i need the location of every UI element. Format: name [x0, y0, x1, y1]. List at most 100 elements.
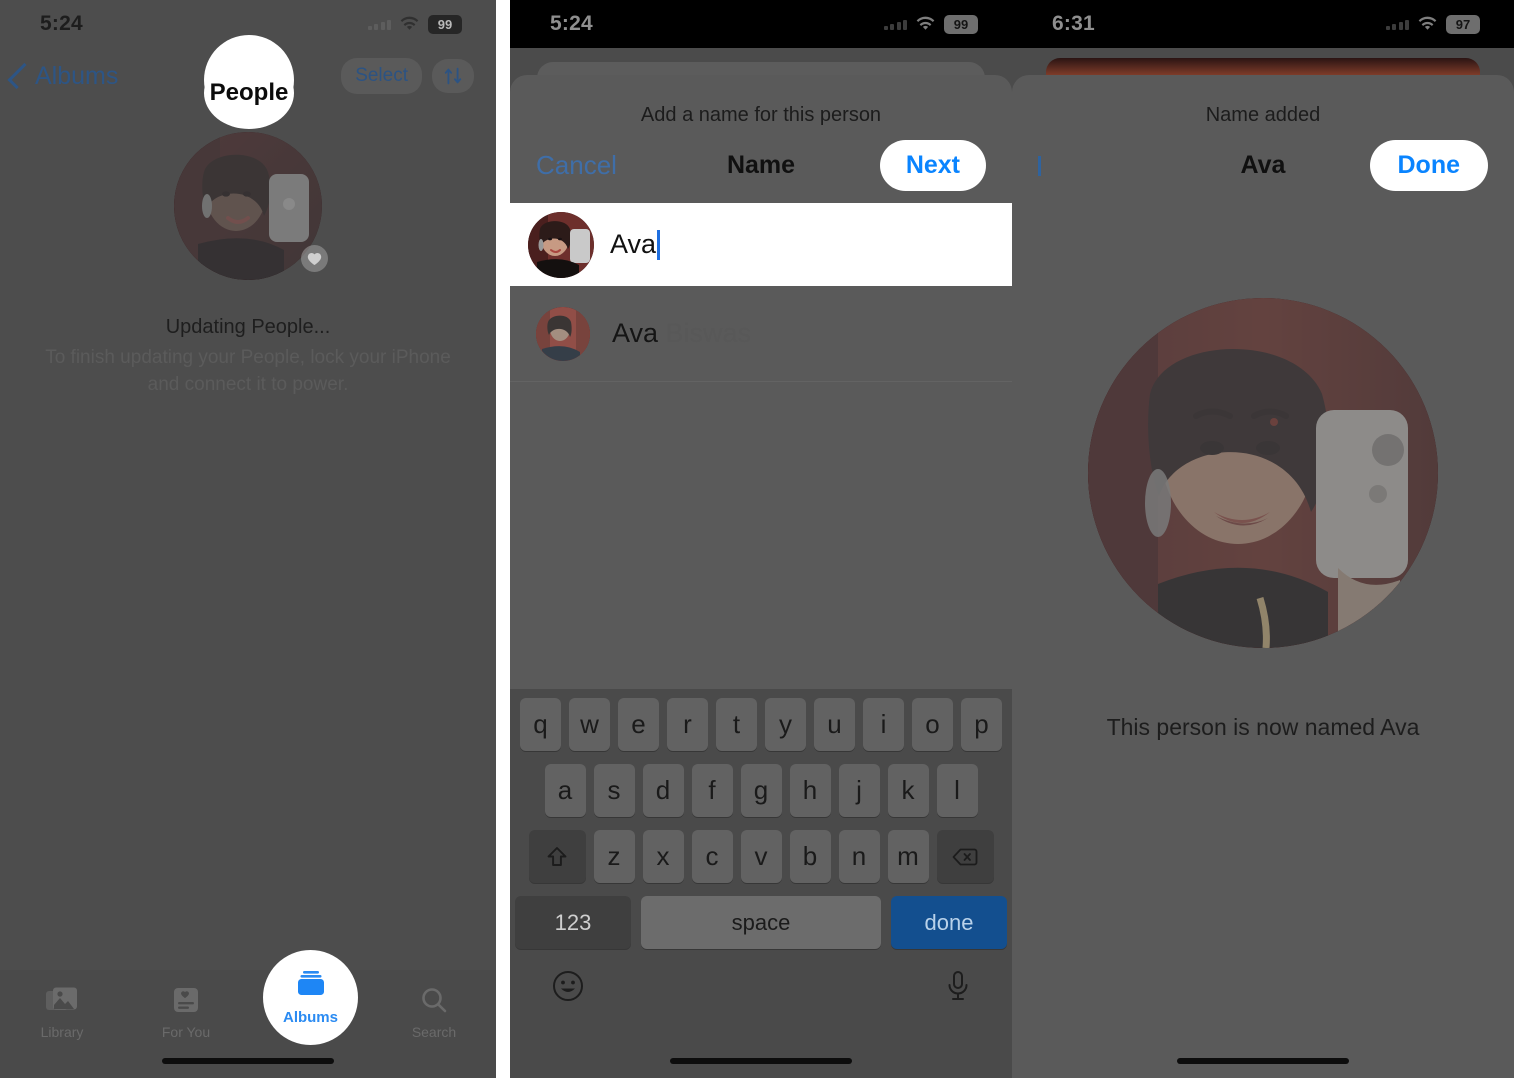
signal-dots-icon — [367, 18, 391, 30]
sheet-subtitle: Name added — [1205, 104, 1321, 126]
name-added-caption: This person is now named Ava — [1106, 714, 1420, 740]
key-q[interactable]: q — [520, 698, 561, 751]
tab-label: Albums — [282, 1009, 338, 1026]
heart-icon — [307, 252, 322, 265]
tab-library[interactable]: Library — [0, 984, 124, 1040]
chevron-left-icon — [7, 62, 34, 90]
name-input-row[interactable]: Ava — [510, 203, 1012, 286]
backspace-icon — [952, 848, 978, 865]
key-i[interactable]: i — [863, 698, 904, 751]
key-n[interactable]: n — [838, 830, 880, 883]
person-avatar-large — [1088, 298, 1438, 648]
key-b[interactable]: b — [789, 830, 831, 883]
done-label: Done — [1397, 150, 1461, 179]
signal-dots-icon — [1385, 18, 1409, 30]
key-w[interactable]: w — [569, 698, 610, 751]
key-x[interactable]: x — [642, 830, 684, 883]
tab-search[interactable]: Search — [372, 984, 496, 1040]
key-d[interactable]: d — [642, 764, 684, 817]
phone-panel-people-album: 5:24 99 Albums Select People Updating Pe… — [0, 0, 496, 1078]
shift-key[interactable] — [528, 830, 586, 883]
key-c[interactable]: c — [691, 830, 733, 883]
key-a[interactable]: a — [544, 764, 586, 817]
tab-bar: Library For You Search Albums — [0, 950, 496, 1078]
chevron-left-icon — [1038, 156, 1041, 176]
sheet-navigation-bar: Cancel Name Next — [510, 127, 1012, 203]
key-u[interactable]: u — [814, 698, 855, 751]
contact-avatar — [536, 306, 590, 361]
page-title: People — [209, 79, 289, 106]
key-t[interactable]: t — [716, 698, 757, 751]
status-time: 5:24 — [550, 12, 593, 35]
signal-dots-icon — [883, 18, 907, 30]
status-indicators: 99 — [883, 14, 978, 34]
keyboard-bottom-row — [515, 959, 1007, 1008]
photo-stack-icon — [45, 984, 79, 1018]
key-g[interactable]: g — [740, 764, 782, 817]
name-input-value-wrap: Ava — [610, 229, 661, 260]
updating-heading: Updating People... — [165, 316, 331, 338]
status-time: 5:24 — [40, 12, 83, 35]
cancel-button[interactable]: Cancel — [536, 150, 617, 181]
space-key[interactable]: space — [641, 896, 881, 949]
wifi-icon — [1418, 16, 1437, 30]
shift-up-arrow-icon — [547, 846, 567, 866]
name-input[interactable]: Ava — [610, 229, 656, 260]
status-bar: 5:24 99 — [510, 0, 1012, 48]
suggestion-name: Ava Biswas — [612, 318, 751, 349]
key-h[interactable]: h — [789, 764, 831, 817]
dictation-key[interactable] — [945, 969, 971, 1008]
emoji-smiley-icon — [553, 971, 583, 1001]
tab-for-you[interactable]: For You — [124, 984, 248, 1040]
keyboard-row-1: q w e r t y u i o p — [515, 698, 1007, 751]
battery-indicator: 97 — [1446, 14, 1480, 34]
nav-actions: Select — [341, 58, 474, 94]
battery-indicator: 99 — [944, 14, 978, 34]
key-m[interactable]: m — [887, 830, 929, 883]
tab-albums[interactable]: Albums — [263, 950, 358, 1045]
panel-divider — [496, 0, 510, 1078]
key-l[interactable]: l — [936, 764, 978, 817]
albums-icon — [293, 969, 329, 1003]
key-k[interactable]: k — [887, 764, 929, 817]
status-bar: 6:31 97 — [1012, 0, 1514, 48]
favorite-badge[interactable] — [301, 245, 328, 272]
done-button[interactable]: Done — [1369, 139, 1488, 191]
tab-label: Search — [411, 1024, 457, 1040]
next-button[interactable]: Next — [879, 139, 986, 191]
person-thumbnail[interactable] — [174, 132, 328, 280]
back-label: Albums — [35, 61, 119, 90]
key-p[interactable]: p — [961, 698, 1002, 751]
delete-key[interactable] — [936, 830, 994, 883]
name-added-sheet: Name added Ava Done This person is now n… — [1012, 75, 1514, 1078]
sheet-navigation-bar: Ava Done — [1012, 127, 1514, 203]
back-button[interactable] — [1038, 156, 1041, 176]
key-y[interactable]: y — [765, 698, 806, 751]
back-to-albums-button[interactable]: Albums — [7, 61, 119, 91]
key-f[interactable]: f — [691, 764, 733, 817]
key-j[interactable]: j — [838, 764, 880, 817]
sort-button[interactable] — [432, 59, 474, 93]
suggestion-first-name: Ava — [612, 318, 659, 348]
key-r[interactable]: r — [667, 698, 708, 751]
status-time: 6:31 — [1052, 12, 1095, 35]
text-caret — [657, 229, 661, 260]
tab-label: Library — [40, 1024, 84, 1040]
key-z[interactable]: z — [593, 830, 635, 883]
select-button[interactable]: Select — [341, 58, 422, 94]
emoji-key[interactable] — [551, 969, 585, 1008]
key-v[interactable]: v — [740, 830, 782, 883]
key-o[interactable]: o — [912, 698, 953, 751]
status-indicators: 97 — [1385, 14, 1480, 34]
key-e[interactable]: e — [618, 698, 659, 751]
keyboard-row-4: 123 space done — [515, 896, 1007, 949]
key-s[interactable]: s — [593, 764, 635, 817]
numbers-key[interactable]: 123 — [515, 896, 631, 949]
phone-panel-name-entry: 5:24 99 Add a name for this person Cance… — [510, 0, 1012, 1078]
done-key[interactable]: done — [891, 896, 1007, 949]
updating-status-message: Updating People... To finish updating yo… — [0, 316, 496, 399]
for-you-card-icon — [172, 984, 200, 1018]
contact-suggestion-row[interactable]: Ava Biswas — [510, 286, 1012, 382]
sort-arrows-icon — [444, 67, 462, 85]
home-indicator — [162, 1058, 334, 1064]
